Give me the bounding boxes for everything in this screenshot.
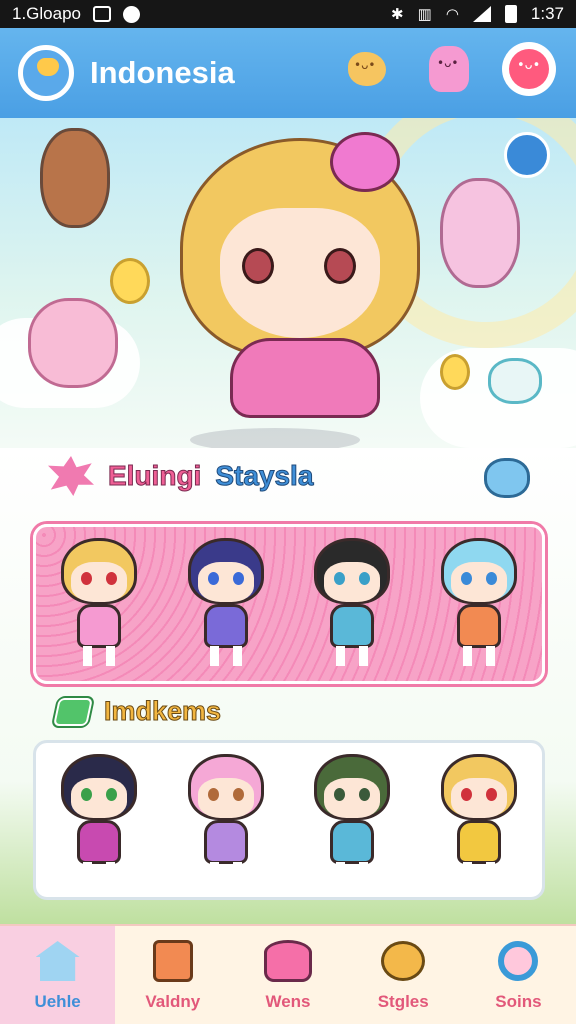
leaf-icon xyxy=(53,697,93,726)
character-card-featured xyxy=(33,524,545,684)
character-face xyxy=(197,562,254,602)
battery-icon xyxy=(504,5,517,23)
page-title: Indonesia xyxy=(90,55,235,90)
character-aqua[interactable] xyxy=(431,534,527,674)
side-character-left[interactable] xyxy=(40,128,110,228)
bottom-nav: Uehle Valdny Wens Stgles Soins xyxy=(0,924,576,1024)
character-pink-hair[interactable] xyxy=(178,750,274,890)
blob-mascot-icon xyxy=(348,52,386,86)
character-face xyxy=(450,778,507,818)
pink-cat-icon xyxy=(429,46,469,92)
wifi-icon: ◠ xyxy=(445,6,459,23)
nav-item-home[interactable]: Uehle xyxy=(0,926,116,1024)
nav-label: Wens xyxy=(265,992,311,1011)
section-header-1: Eluingi Staysla xyxy=(48,456,314,496)
character-black-hair[interactable] xyxy=(304,534,400,674)
character-legs xyxy=(336,646,369,666)
smiley-face-icon xyxy=(509,49,549,89)
character-legs xyxy=(462,862,495,882)
character-face xyxy=(197,778,254,818)
bluetooth-icon: ✱ xyxy=(391,6,404,23)
section1-title-part2: Staysla xyxy=(215,460,314,492)
character-body xyxy=(456,604,501,648)
book-icon xyxy=(152,940,193,982)
character-body xyxy=(456,820,501,864)
section2-title: Imdkems xyxy=(103,696,222,727)
character-face xyxy=(324,562,381,602)
signal-icon xyxy=(472,6,491,22)
character-legs xyxy=(83,862,116,882)
character-face xyxy=(71,778,128,818)
app-logo-icon[interactable] xyxy=(18,45,74,101)
character-body xyxy=(203,604,248,648)
nav-item-bear[interactable]: Stgles xyxy=(346,926,461,1024)
character-card-list xyxy=(33,740,545,900)
character-body xyxy=(77,820,122,864)
side-character-right[interactable] xyxy=(440,178,520,288)
app-header: Indonesia xyxy=(0,28,576,118)
character-body xyxy=(77,604,122,648)
character-blonde-red-bow[interactable] xyxy=(431,750,527,890)
blue-blob-icon[interactable] xyxy=(484,458,530,498)
gallery-icon xyxy=(93,6,111,22)
star-friend-button[interactable] xyxy=(340,42,394,96)
character-face xyxy=(220,208,380,338)
app-notification-icon xyxy=(123,5,140,23)
nav-item-search[interactable]: Soins xyxy=(461,926,576,1024)
character-eye xyxy=(242,248,274,284)
status-time-right: 1:37 xyxy=(530,4,564,23)
profile-button[interactable] xyxy=(502,42,556,96)
nav-label: Soins xyxy=(495,992,542,1011)
status-bar: 1.Gloapo ✱ ▥ ◠ 1:37 xyxy=(0,0,576,28)
character-eye xyxy=(324,248,356,284)
burst-star-icon xyxy=(48,456,94,496)
character-body xyxy=(330,604,375,648)
character-legs xyxy=(83,646,116,666)
ghost-character[interactable] xyxy=(488,358,542,404)
character-legs xyxy=(336,862,369,882)
vibrate-icon: ▥ xyxy=(417,6,432,23)
character-legs xyxy=(209,862,242,882)
nav-label: Uehle xyxy=(34,992,81,1011)
character-legs xyxy=(462,646,495,666)
heart-bow-icon xyxy=(330,132,400,192)
character-body xyxy=(330,820,375,864)
pink-bunny-character[interactable] xyxy=(28,298,118,388)
main-character[interactable] xyxy=(180,132,430,448)
nav-item-book[interactable]: Valdny xyxy=(115,926,230,1024)
character-face xyxy=(71,562,128,602)
character-blonde[interactable] xyxy=(51,534,147,674)
character-body xyxy=(230,338,380,418)
character-face xyxy=(450,562,507,602)
section-header-2: Imdkems xyxy=(53,696,222,727)
bear-icon xyxy=(381,941,426,981)
search-icon xyxy=(498,941,539,981)
hero-scene xyxy=(0,118,576,448)
nav-item-basket[interactable]: Wens xyxy=(230,926,345,1024)
character-green-hair[interactable] xyxy=(304,750,400,890)
status-time-left: 1.Gloapo xyxy=(12,4,81,23)
character-body xyxy=(203,820,248,864)
character-button[interactable] xyxy=(422,42,476,96)
balloon-icon xyxy=(110,258,150,304)
bubble-orb-icon[interactable] xyxy=(504,132,550,178)
basket-icon xyxy=(264,940,312,982)
balloon-icon xyxy=(440,354,470,390)
character-dark-hair[interactable] xyxy=(51,750,147,890)
nav-label: Valdny xyxy=(145,992,201,1011)
character-shadow xyxy=(190,428,360,448)
house-icon xyxy=(35,941,80,981)
character-legs xyxy=(209,646,242,666)
character-navy[interactable] xyxy=(178,534,274,674)
nav-label: Stgles xyxy=(377,992,429,1011)
section1-title-part1: Eluingi xyxy=(107,460,202,492)
character-face xyxy=(324,778,381,818)
